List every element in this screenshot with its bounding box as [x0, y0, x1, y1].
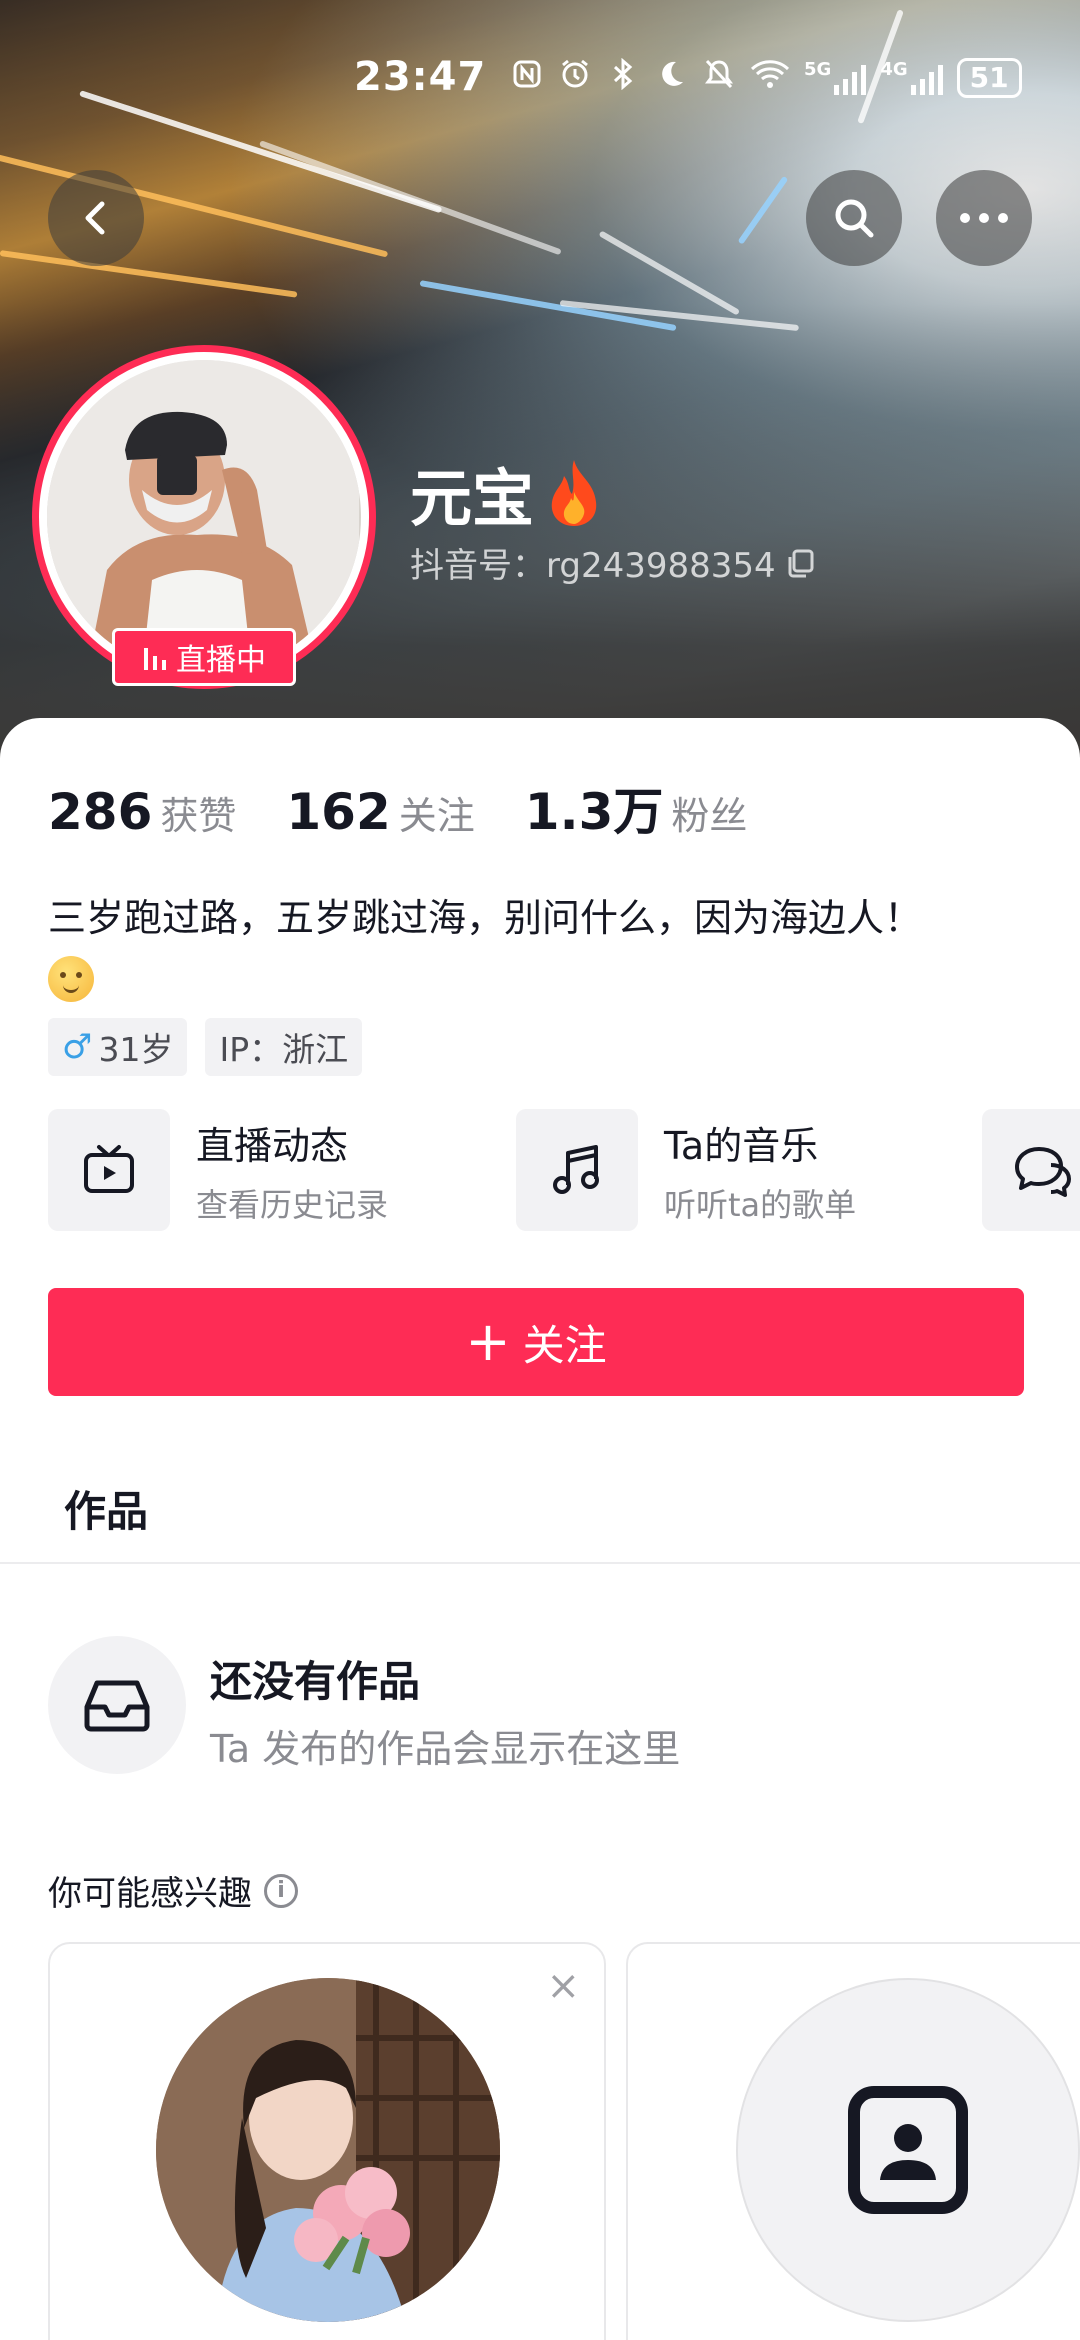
stats-row: 286 获赞 162 关注 1.3万 粉丝: [48, 772, 747, 844]
stat-value: 162: [286, 783, 391, 841]
status-icons: 5G 4G 51: [510, 57, 1022, 98]
light-streak: [0, 250, 298, 298]
feature-shortcuts: 直播动态 查看历史记录 Ta的音乐 听听ta的歌单: [48, 1108, 1080, 1232]
feature-chat[interactable]: [982, 1108, 1080, 1232]
feature-subtitle: 听听ta的歌单: [664, 1185, 857, 1224]
live-bars-icon: [144, 648, 166, 670]
chat-icon: [982, 1109, 1080, 1231]
stat-label: 关注: [398, 794, 475, 838]
bio-text: 三岁跑过路，五岁跳过海，别问什么，因为海边人！: [48, 896, 923, 940]
feature-subtitle: 查看历史记录: [196, 1185, 389, 1224]
search-icon: [835, 199, 874, 238]
recommend-title: 你可能感兴趣: [48, 1874, 252, 1914]
stat-value: 1.3万: [524, 783, 664, 841]
profile-nickname: 元宝: [410, 448, 604, 538]
wifi-icon: [750, 59, 790, 97]
feature-music[interactable]: Ta的音乐 听听ta的歌单: [516, 1108, 856, 1232]
nickname-text: 元宝: [410, 462, 535, 535]
profile-tags: ♂ 31岁 IP：浙江: [48, 1018, 363, 1076]
profile-card: 286 获赞 162 关注 1.3万 粉丝 三岁跑过路，五岁跳过海，别问什么，因为海边…: [0, 718, 1080, 2340]
avatar-image: [47, 360, 361, 674]
signal-4g-icon: 4G: [880, 59, 943, 95]
mute-icon: [702, 58, 736, 98]
age-text: 31岁: [98, 1030, 174, 1069]
status-time: 23:47: [354, 54, 487, 100]
close-icon[interactable]: ×: [546, 1966, 580, 2006]
empty-state-title: 还没有作品: [210, 1657, 421, 1706]
ip-text: IP：浙江: [219, 1030, 349, 1069]
copy-icon[interactable]: [786, 548, 816, 578]
light-streak: [737, 175, 789, 245]
contact-icon: [848, 2086, 968, 2214]
empty-state-subtitle: Ta 发布的作品会显示在这里: [210, 1727, 681, 1771]
stat-likes[interactable]: 286 获赞: [48, 783, 236, 841]
stat-value: 286: [48, 783, 153, 841]
info-icon[interactable]: i: [264, 1873, 298, 1908]
bluetooth-icon: [606, 57, 640, 98]
battery-indicator: 51: [956, 58, 1022, 98]
more-button[interactable]: [936, 170, 1032, 266]
recommend-card[interactable]: ×: [48, 1942, 606, 2340]
plus-icon: +: [465, 1310, 511, 1373]
smile-emoji-icon: [48, 955, 94, 1002]
moon-icon: [654, 59, 688, 97]
network-type-label: 5G: [804, 59, 832, 80]
more-dots-icon: [960, 213, 1008, 223]
back-button[interactable]: [48, 170, 144, 266]
tab-divider: [0, 1562, 1080, 1564]
stat-following[interactable]: 162 关注: [286, 783, 474, 841]
stat-label: 获赞: [160, 794, 237, 838]
feature-title: 直播动态: [196, 1123, 349, 1168]
live-badge-label: 直播中: [176, 643, 266, 678]
nfc-icon: [510, 59, 544, 97]
stat-followers[interactable]: 1.3万 粉丝: [525, 772, 748, 844]
fire-icon: [551, 460, 597, 526]
inbox-icon: [48, 1636, 186, 1774]
ip-location-tag: IP：浙江: [205, 1018, 363, 1076]
light-streak: [419, 280, 677, 332]
status-bar: 23:47 5G 4G 51: [0, 48, 1080, 108]
douyin-id[interactable]: 抖音号：rg243988354: [410, 538, 816, 587]
recommend-card[interactable]: [626, 1942, 1080, 2340]
recommend-avatar-photo: [156, 1978, 500, 2322]
avatar-photo: [47, 360, 359, 672]
alarm-icon: [558, 58, 592, 98]
tv-icon: [48, 1109, 170, 1231]
recommend-header: 你可能感兴趣 i: [48, 1866, 298, 1915]
follow-button[interactable]: + 关注: [48, 1288, 1024, 1396]
gender-age-tag: ♂ 31岁: [48, 1018, 188, 1076]
signal-5g-icon: 5G: [804, 59, 867, 95]
tab-works[interactable]: 作品: [64, 1478, 148, 1539]
profile-bio: 三岁跑过路，五岁跳过海，别问什么，因为海边人！: [48, 890, 1028, 1002]
search-button[interactable]: [806, 170, 902, 266]
default-avatar[interactable]: [736, 1978, 1080, 2322]
feature-live-history[interactable]: 直播动态 查看历史记录: [48, 1108, 388, 1232]
light-streak: [258, 140, 562, 256]
douyin-id-text: 抖音号：rg243988354: [410, 546, 776, 586]
male-icon: ♂: [62, 1027, 93, 1067]
live-badge[interactable]: 直播中: [112, 628, 296, 686]
stat-label: 粉丝: [671, 794, 748, 838]
light-streak: [598, 230, 741, 316]
chevron-left-icon: [85, 201, 105, 235]
follow-button-label: 关注: [522, 1320, 607, 1370]
network-type-label: 4G: [880, 59, 908, 80]
music-icon: [516, 1109, 638, 1231]
feature-title: Ta的音乐: [664, 1123, 819, 1168]
recommend-avatar[interactable]: [156, 1978, 500, 2322]
